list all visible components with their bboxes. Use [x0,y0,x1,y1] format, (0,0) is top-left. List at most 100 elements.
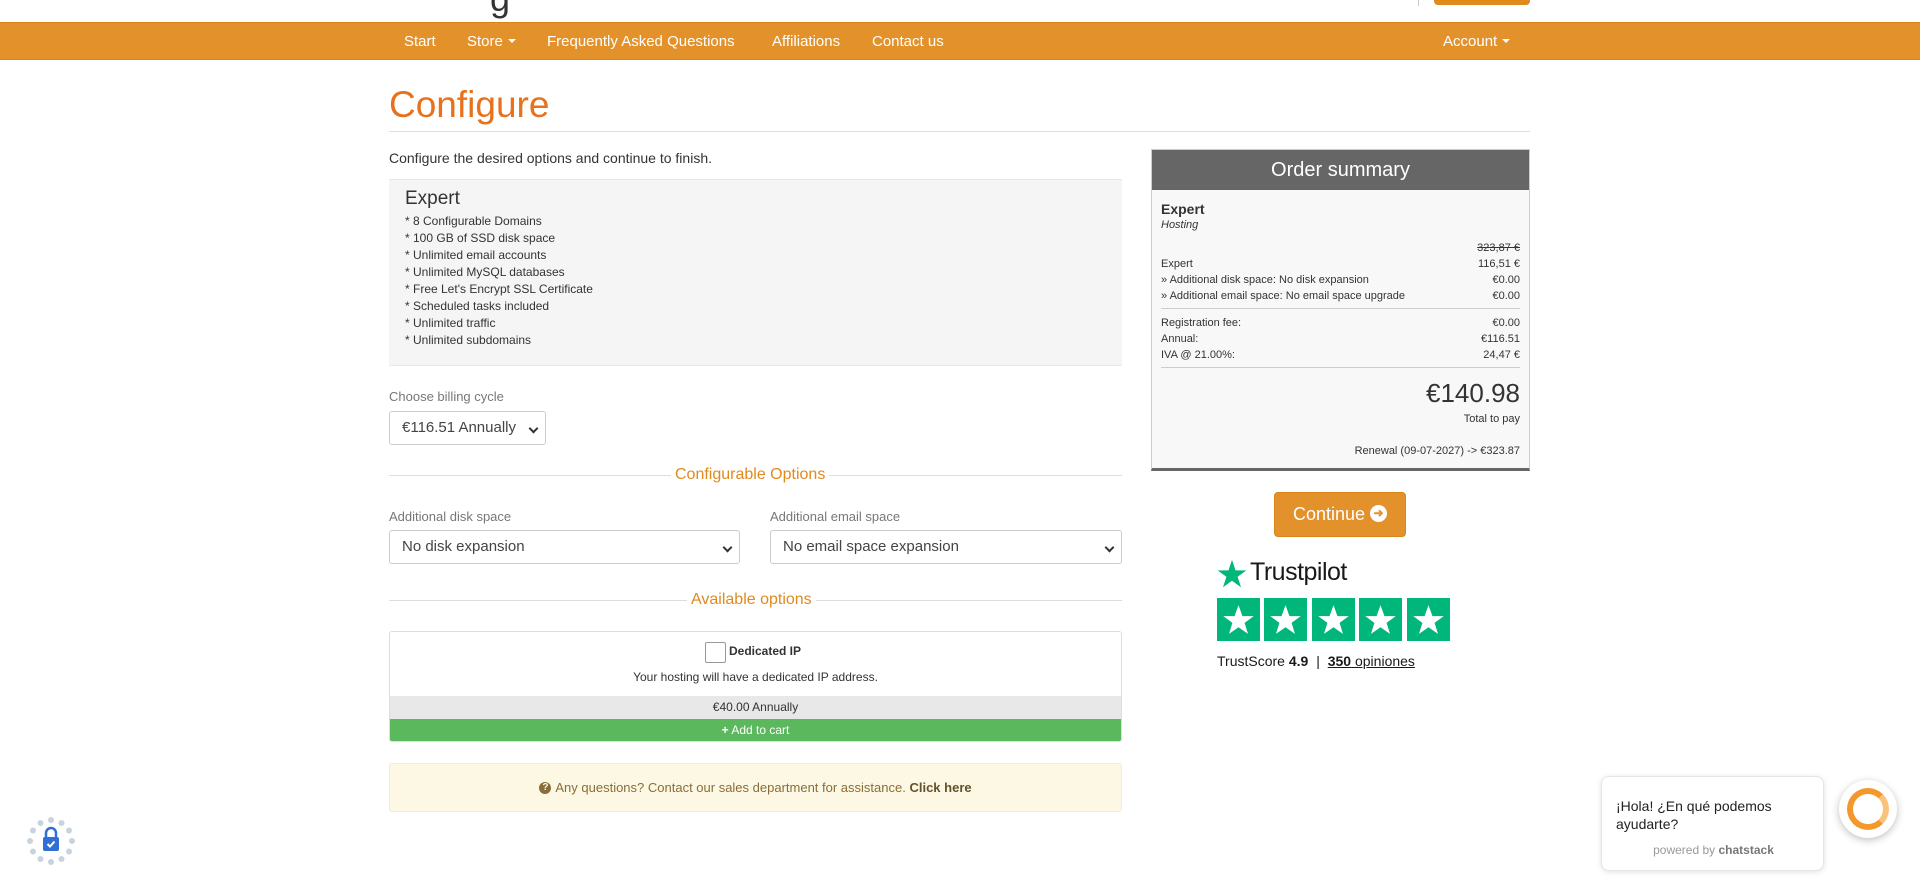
trustpilot-rating-star [1407,598,1450,641]
disk-space-select[interactable]: No disk expansion [389,530,740,564]
email-space-value: No email space expansion [783,538,959,555]
add-to-cart-button[interactable]: + Add to cart [390,719,1121,741]
top-header: g [0,0,1920,22]
intro-text: Configure the desired options and contin… [389,150,712,166]
summary-line-label: » Additional email space: No email space… [1161,290,1405,302]
product-feature: * Unlimited MySQL databases [405,265,565,279]
order-summary: Order summary Expert Hosting 323,87 € Ex… [1151,149,1530,471]
configurable-options-heading: Configurable Options [671,466,830,484]
reviews-count: 350 [1327,653,1352,669]
trustscore-label: TrustScore [1217,653,1285,669]
addon-price: €40.00 Annually [390,696,1121,719]
main-navbar: Start Store Frequently Asked Questions A… [0,22,1920,60]
billing-cycle-label: Choose billing cycle [389,389,504,404]
summary-total-label: Total to pay [1463,413,1520,425]
billing-cycle-value: €116.51 Annually [402,419,516,436]
nav-store[interactable]: Store [467,23,516,61]
summary-divider [1161,367,1520,368]
privacy-shield-icon[interactable] [25,815,77,867]
product-feature: * 8 Configurable Domains [405,214,542,228]
disk-space-label: Additional disk space [389,509,512,524]
nav-account-label: Account [1443,33,1498,50]
summary-line: » Additional email space: No email space… [1161,290,1520,302]
addon-dedicated-ip: Dedicated IP Your hosting will have a de… [389,631,1122,742]
help-text: Any questions? Contact our sales departm… [555,780,906,795]
nav-store-label: Store [467,33,503,50]
summary-fee-label: IVA @ 21.00%: [1161,349,1235,361]
page-title: Configure [389,84,550,125]
plus-icon: + [721,723,729,737]
nav-account[interactable]: Account [1443,23,1511,61]
trustpilot-logo-text[interactable]: Trustpilot [1250,558,1347,587]
summary-total: €140.98 [1426,378,1520,408]
help-link[interactable]: Click here [909,780,971,795]
summary-fee-value: €0.00 [1492,317,1520,329]
product-info: Expert * 8 Configurable Domains * 100 GB… [389,179,1122,366]
summary-fee: Registration fee: €0.00 [1161,317,1520,329]
chevron-down-icon [722,542,733,553]
star-icon [1413,605,1444,634]
addon-name: Dedicated IP [729,644,802,658]
product-feature: * Unlimited subdomains [405,333,532,347]
header-button[interactable] [1434,0,1530,5]
caret-down-icon [1502,39,1511,44]
summary-line-value: €0.00 [1492,274,1520,286]
trustpilot-reviews-link[interactable]: 350 opiniones [1328,653,1415,669]
billing-cycle-select[interactable]: €116.51 Annually [389,411,546,445]
chat-launcher-button[interactable] [1839,780,1897,838]
chat-powered-by: powered by chatstack [1602,843,1825,857]
product-feature: * 100 GB of SSD disk space [405,231,556,245]
chevron-down-icon [1104,542,1115,553]
chat-greeting-text: ¡Hola! ¿En qué podemos ayudarte? [1616,798,1772,832]
trustpilot-score: TrustScore 4.9 | 350 opiniones [1217,653,1415,669]
addon-description: Your hosting will have a dedicated IP ad… [633,670,878,684]
trustpilot-rating-star [1359,598,1402,641]
summary-old-price: 323,87 € [1477,242,1520,254]
available-options-heading: Available options [687,591,816,609]
nav-contact[interactable]: Contact us [872,23,944,61]
summary-line-value: 116,51 € [1477,258,1520,270]
reviews-label: opiniones [1354,653,1415,669]
nav-faq[interactable]: Frequently Asked Questions [547,23,735,61]
summary-fee-label: Registration fee: [1161,317,1242,329]
summary-total-row: €140.98 [1161,378,1520,410]
trustpilot-rating-star [1264,598,1307,641]
trustpilot-star-icon [1217,559,1247,588]
summary-fee: IVA @ 21.00%: 24,47 € [1161,349,1520,361]
summary-fee-label: Annual: [1161,333,1199,345]
summary-fee: Annual: €116.51 [1161,333,1520,345]
summary-line-value: €0.00 [1492,290,1520,302]
chat-icon [1847,788,1889,830]
chat-greeting-bubble[interactable]: ¡Hola! ¿En qué podemos ayudarte? powered… [1601,776,1824,871]
order-summary-title: Order summary [1152,150,1529,190]
nav-affiliations[interactable]: Affiliations [772,23,840,61]
summary-renewal: Renewal (09-07-2027) -> €323.87 [1354,445,1520,457]
disk-space-value: No disk expansion [402,538,525,555]
product-feature: * Unlimited traffic [405,316,496,330]
summary-fee-value: €116.51 [1481,333,1520,345]
nav-start[interactable]: Start [404,23,436,61]
dedicated-ip-checkbox[interactable] [705,642,726,663]
summary-product-name: Expert [1161,201,1205,217]
trustscore-separator: | [1316,653,1320,669]
arrow-right-circle-icon: ➜ [1370,505,1388,523]
summary-divider [1161,308,1520,309]
email-space-select[interactable]: No email space expansion [770,530,1122,564]
product-feature: * Free Let's Encrypt SSL Certificate [405,282,593,296]
chevron-down-icon [528,423,539,434]
continue-label: Continue [1292,504,1366,524]
summary-line-label: » Additional disk space: No disk expansi… [1161,274,1369,286]
trustpilot-rating-star [1312,598,1355,641]
summary-line: » Additional disk space: No disk expansi… [1161,274,1520,286]
help-alert: ? Any questions? Contact our sales depart… [389,763,1122,812]
question-circle-icon: ? [539,781,552,794]
product-name: Expert [405,188,460,209]
chat-brand: chatstack [1718,843,1774,857]
star-icon [1365,605,1396,634]
product-feature: * Scheduled tasks included [405,299,550,313]
continue-button[interactable]: Continue ➜ [1274,492,1406,537]
site-logo[interactable]: g [490,0,510,20]
summary-fee-value: 24,47 € [1483,349,1520,361]
star-icon [1223,605,1254,634]
header-divider [1418,0,1419,6]
